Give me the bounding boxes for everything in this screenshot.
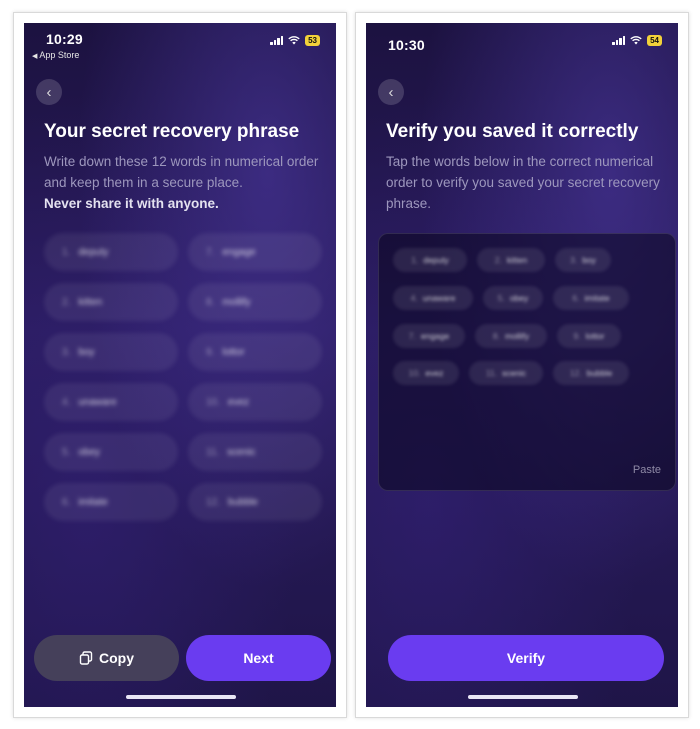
page-description: Write down these 12 words in numerical o…	[44, 151, 320, 214]
back-to-app-label: App Store	[39, 50, 80, 60]
word-pill: 6. imitate	[44, 483, 178, 521]
back-triangle-icon: ◀	[32, 53, 38, 60]
screenshot-right: 10:30 54 ‹ Verify you saved it correctly…	[355, 12, 689, 718]
next-label: Next	[243, 650, 274, 666]
copy-button[interactable]: Copy	[34, 635, 179, 681]
status-time: 10:30	[388, 37, 425, 53]
status-bar: 10:30 54	[366, 23, 678, 67]
word-chip[interactable]: 6. imitate	[553, 286, 629, 310]
word-pill: 5. obey	[44, 433, 178, 471]
word-pill: 1. deputy	[44, 233, 178, 271]
status-icons: 54	[612, 35, 662, 46]
warning-text: Never share it with anyone.	[44, 196, 219, 211]
screenshot-left: 10:29 ◀ App Store 53 ‹ Your secret recove…	[13, 12, 347, 718]
chevron-left-icon: ‹	[388, 83, 394, 101]
word-chip[interactable]: 7. engage	[393, 324, 465, 348]
word-chip[interactable]: 2. kitten	[477, 248, 545, 272]
phone-screen-recovery-phrase: 10:29 ◀ App Store 53 ‹ Your secret recove…	[24, 23, 336, 707]
word-pill: 2. kitten	[44, 283, 178, 321]
home-indicator[interactable]	[126, 695, 236, 699]
page-title: Verify you saved it correctly	[386, 121, 639, 142]
word-chip[interactable]: 8. mollify	[475, 324, 547, 348]
word-chip[interactable]: 4. unaware	[393, 286, 473, 310]
cellular-signal-icon	[612, 36, 626, 45]
page-description: Tap the words below in the correct numer…	[386, 154, 660, 211]
wifi-icon	[630, 36, 642, 45]
action-buttons: Copy Next	[34, 635, 332, 681]
word-pill: 11. scenic	[188, 433, 322, 471]
word-pill: 4. unaware	[44, 383, 178, 421]
word-chip[interactable]: 5. obey	[483, 286, 543, 310]
status-icons: 53	[270, 35, 320, 46]
battery-icon: 54	[647, 35, 662, 46]
verify-label: Verify	[506, 650, 546, 666]
copy-label: Copy	[99, 650, 134, 666]
status-bar: 10:29 ◀ App Store 53	[24, 23, 336, 67]
description-text: Write down these 12 words in numerical o…	[44, 154, 319, 190]
status-time: 10:29	[46, 31, 83, 47]
page-title: Your secret recovery phrase	[44, 121, 300, 142]
word-pill: 10. evez	[188, 383, 322, 421]
phrase-input-area[interactable]: 1. deputy 2. kitten 3. boy 4. unaware 5. obey…	[378, 233, 676, 491]
word-chip[interactable]: 10. evez	[393, 361, 459, 385]
word-pill: 3. boy	[44, 333, 178, 371]
phone-screen-verify: 10:30 54 ‹ Verify you saved it correctly…	[366, 23, 678, 707]
wifi-icon	[288, 36, 300, 45]
word-pill: 8. mollify	[188, 283, 322, 321]
word-chip[interactable]: 12. bubble	[553, 361, 629, 385]
next-button[interactable]: Next	[186, 635, 331, 681]
verify-button[interactable]: Verify	[388, 635, 664, 681]
paste-button[interactable]: Paste	[633, 464, 661, 476]
cellular-signal-icon	[270, 36, 284, 45]
word-chip[interactable]: 9. lottor	[557, 324, 621, 348]
word-chip[interactable]: 1. deputy	[393, 248, 467, 272]
word-pill: 12. bubble	[188, 483, 322, 521]
back-button[interactable]: ‹	[378, 79, 404, 105]
word-pill: 9. lottor	[188, 333, 322, 371]
back-to-app-store[interactable]: ◀ App Store	[32, 50, 79, 60]
back-button[interactable]: ‹	[36, 79, 62, 105]
word-chip[interactable]: 11. scenic	[469, 361, 543, 385]
copy-icon	[79, 651, 93, 665]
battery-icon: 53	[305, 35, 320, 46]
word-pill: 7. engage	[188, 233, 322, 271]
chevron-left-icon: ‹	[46, 83, 52, 101]
home-indicator[interactable]	[468, 695, 578, 699]
word-chip[interactable]: 3. boy	[555, 248, 611, 272]
